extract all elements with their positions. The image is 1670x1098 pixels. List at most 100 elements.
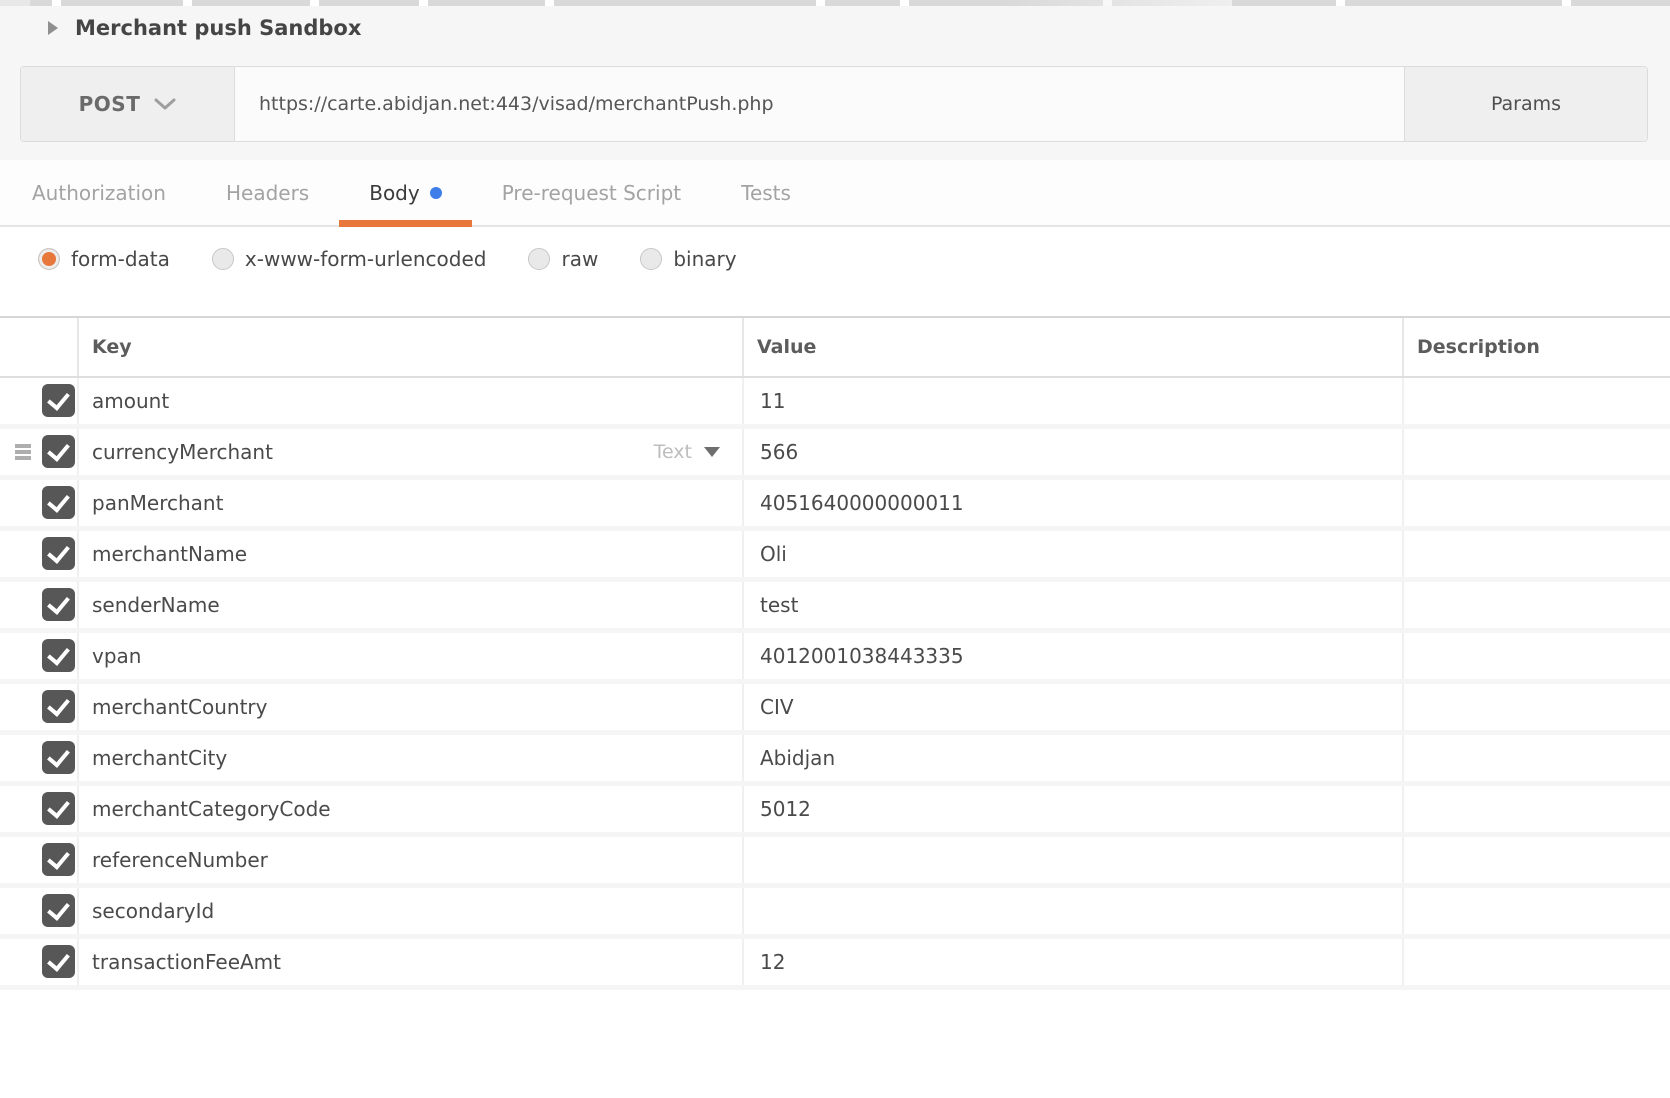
key-text: panMerchant: [92, 491, 223, 515]
row-checkbox[interactable]: [42, 588, 75, 621]
key-text: merchantName: [92, 542, 247, 566]
row-checkbox[interactable]: [42, 639, 75, 672]
description-cell[interactable]: [1402, 735, 1670, 781]
key-cell[interactable]: vpan: [77, 633, 742, 679]
value-cell[interactable]: 5012: [742, 786, 1402, 832]
tab-tests[interactable]: Tests: [711, 160, 821, 225]
table-row: merchantCity Abidjan: [0, 735, 1670, 786]
value-cell[interactable]: 11: [742, 378, 1402, 424]
value-cell[interactable]: [742, 837, 1402, 883]
row-checkbox[interactable]: [42, 792, 75, 825]
tab-body[interactable]: Body: [339, 160, 472, 225]
table-row: merchantCountry CIV: [0, 684, 1670, 735]
value-cell[interactable]: Abidjan: [742, 735, 1402, 781]
row-checkbox[interactable]: [42, 945, 75, 978]
request-tabs: Authorization Headers Body Pre-request S…: [0, 160, 1670, 227]
row-checkbox[interactable]: [42, 435, 75, 468]
key-cell[interactable]: referenceNumber: [77, 837, 742, 883]
method-label: POST: [79, 92, 141, 116]
table-row: merchantName Oli: [0, 531, 1670, 582]
row-select-cell: [0, 531, 77, 577]
row-select-cell: [0, 786, 77, 832]
radio-selected-icon[interactable]: [38, 248, 60, 270]
row-checkbox[interactable]: [42, 894, 75, 927]
table-row: referenceNumber: [0, 837, 1670, 888]
key-cell[interactable]: secondaryId: [77, 888, 742, 934]
key-cell[interactable]: senderName: [77, 582, 742, 628]
value-cell[interactable]: 4012001038443335: [742, 633, 1402, 679]
tab-authorization[interactable]: Authorization: [2, 160, 196, 225]
mode-x-www-form-urlencoded[interactable]: x-www-form-urlencoded: [212, 247, 487, 271]
value-cell[interactable]: Oli: [742, 531, 1402, 577]
value-cell[interactable]: [742, 888, 1402, 934]
description-cell[interactable]: [1402, 786, 1670, 832]
key-cell[interactable]: currencyMerchant Text: [77, 429, 742, 475]
row-select-cell: [0, 378, 77, 424]
caret-down-icon: [704, 447, 720, 457]
value-cell[interactable]: test: [742, 582, 1402, 628]
description-cell[interactable]: [1402, 837, 1670, 883]
key-cell[interactable]: merchantName: [77, 531, 742, 577]
key-text: secondaryId: [92, 899, 214, 923]
key-cell[interactable]: merchantCategoryCode: [77, 786, 742, 832]
value-type-dropdown[interactable]: Text: [654, 441, 720, 463]
description-cell[interactable]: [1402, 684, 1670, 730]
key-text: transactionFeeAmt: [92, 950, 281, 974]
mode-binary[interactable]: binary: [640, 247, 736, 271]
description-cell[interactable]: [1402, 531, 1670, 577]
row-checkbox[interactable]: [42, 843, 75, 876]
row-select-cell: [0, 735, 77, 781]
table-row: merchantCategoryCode 5012: [0, 786, 1670, 837]
table-row: senderName test: [0, 582, 1670, 633]
params-button[interactable]: Params: [1404, 67, 1647, 141]
row-checkbox[interactable]: [42, 384, 75, 417]
description-cell[interactable]: [1402, 888, 1670, 934]
key-cell[interactable]: merchantCountry: [77, 684, 742, 730]
mode-label: form-data: [71, 247, 170, 271]
body-mode-selector: form-data x-www-form-urlencoded raw bina…: [0, 229, 1670, 289]
key-text: vpan: [92, 644, 141, 668]
description-cell[interactable]: [1402, 939, 1670, 985]
key-text: merchantCategoryCode: [92, 797, 331, 821]
url-bar: POST https://carte.abidjan.net:443/visad…: [20, 66, 1648, 142]
description-cell[interactable]: [1402, 582, 1670, 628]
collection-header[interactable]: Merchant push Sandbox: [48, 16, 361, 40]
table-row: amount 11: [0, 378, 1670, 429]
key-cell[interactable]: amount: [77, 378, 742, 424]
radio-icon[interactable]: [640, 248, 662, 270]
mode-raw[interactable]: raw: [528, 247, 598, 271]
table-header-row: Key Value Description: [0, 318, 1670, 378]
method-dropdown[interactable]: POST: [21, 67, 235, 141]
tab-pre-request-script[interactable]: Pre-request Script: [472, 160, 711, 225]
key-cell[interactable]: panMerchant: [77, 480, 742, 526]
radio-icon[interactable]: [212, 248, 234, 270]
mode-label: binary: [673, 247, 736, 271]
key-cell[interactable]: transactionFeeAmt: [77, 939, 742, 985]
url-input[interactable]: https://carte.abidjan.net:443/visad/merc…: [235, 67, 1404, 141]
description-cell[interactable]: [1402, 378, 1670, 424]
key-text: currencyMerchant: [92, 440, 273, 464]
row-select-cell: [0, 939, 77, 985]
description-cell[interactable]: [1402, 429, 1670, 475]
row-checkbox[interactable]: [42, 537, 75, 570]
drag-handle-icon[interactable]: [15, 444, 31, 448]
value-cell[interactable]: 4051640000000011: [742, 480, 1402, 526]
value-cell[interactable]: 12: [742, 939, 1402, 985]
mode-form-data[interactable]: form-data: [38, 247, 170, 271]
row-checkbox[interactable]: [42, 741, 75, 774]
row-checkbox[interactable]: [42, 486, 75, 519]
key-text: merchantCountry: [92, 695, 267, 719]
radio-icon[interactable]: [528, 248, 550, 270]
description-cell[interactable]: [1402, 480, 1670, 526]
collapse-arrow-icon[interactable]: [48, 21, 58, 35]
key-cell[interactable]: merchantCity: [77, 735, 742, 781]
value-cell[interactable]: CIV: [742, 684, 1402, 730]
row-select-cell: [0, 480, 77, 526]
row-checkbox[interactable]: [42, 690, 75, 723]
tab-headers[interactable]: Headers: [196, 160, 339, 225]
mode-label: x-www-form-urlencoded: [245, 247, 487, 271]
table-row: panMerchant 4051640000000011: [0, 480, 1670, 531]
description-cell[interactable]: [1402, 633, 1670, 679]
row-select-cell: [0, 837, 77, 883]
value-cell[interactable]: 566: [742, 429, 1402, 475]
